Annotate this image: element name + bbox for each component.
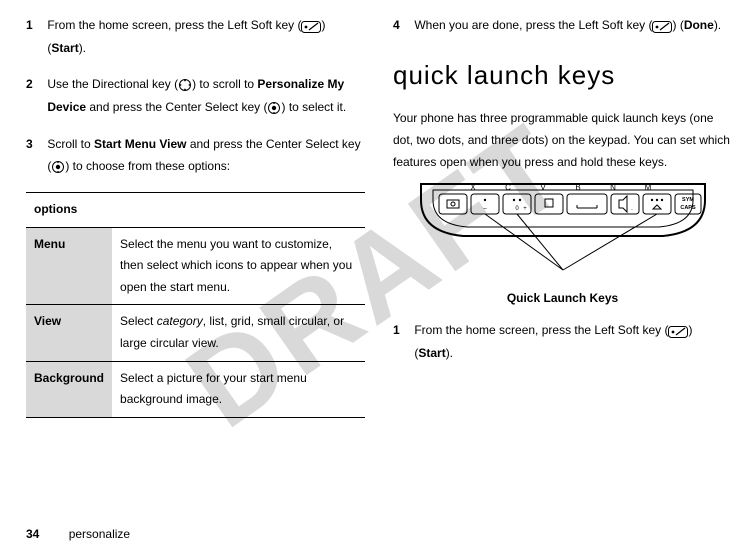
svg-text:.: . [631,206,633,212]
text: Use the Directional key ( [47,77,178,91]
page-number: 34 [26,527,39,541]
step-number: 1 [26,14,44,36]
start-label: Start [51,41,78,55]
svg-text:+: + [523,206,527,212]
text: Select [120,314,157,328]
step-number: 3 [26,133,44,155]
step-number: 4 [393,14,411,36]
option-desc: Select the menu you want to customize, t… [112,227,365,305]
step-body: When you are done, press the Left Soft k… [414,14,731,37]
text: ) ( [672,18,683,32]
table-row: Background Select a picture for your sta… [26,361,365,417]
step-number: 1 [393,319,411,341]
start-menu-view-label: Start Menu View [94,137,186,151]
quick-launch-keys-heading: quick launch keys [393,51,732,99]
step-4-right: 4 When you are done, press the Left Soft… [393,14,732,37]
keypad-illustration: X C V B N M – [393,182,732,285]
svg-text:V: V [540,183,546,192]
text: Scroll to [47,137,94,151]
option-label: View [26,305,112,361]
text: ). [446,346,453,360]
step-number: 2 [26,73,44,95]
step-2-left: 2 Use the Directional key ( ) to scroll t… [26,73,365,119]
quick-launch-intro: Your phone has three programmable quick … [393,107,732,174]
step-1-left: 1 From the home screen, press the Left S… [26,14,365,59]
text: From the home screen, press the Left Sof… [47,18,301,32]
step-3-left: 3 Scroll to Start Menu View and press th… [26,133,365,178]
text: ) to choose from these options: [65,159,230,173]
options-header: options [26,193,365,228]
svg-text:CAPS: CAPS [680,205,696,211]
option-label: Background [26,361,112,417]
left-soft-key-icon [301,15,321,37]
svg-text:B: B [575,183,580,192]
left-soft-key-icon [668,320,688,342]
text: ) to select it. [281,100,346,114]
option-label: Menu [26,227,112,305]
done-label: Done [684,18,714,32]
svg-text:X: X [470,183,476,192]
svg-text:M: M [644,183,651,192]
step-1-right: 1 From the home screen, press the Left S… [393,319,732,364]
table-row: View Select category, list, grid, small … [26,305,365,361]
center-select-key-icon [51,156,65,178]
option-desc: Select a picture for your start menu bac… [112,361,365,417]
svg-text:SYM: SYM [682,197,694,203]
text: and press the Center Select key ( [86,100,267,114]
center-select-key-icon [267,97,281,119]
step-body: Use the Directional key () to scroll to … [47,73,364,119]
step-body: From the home screen, press the Left Sof… [47,14,364,59]
text: ) to scroll to [192,77,257,91]
left-soft-key-icon [652,15,672,37]
table-row: Menu Select the menu you want to customi… [26,227,365,305]
text: From the home screen, press the Left Sof… [414,323,668,337]
svg-text:C: C [505,183,511,192]
options-table: options Menu Select the menu you want to… [26,192,365,418]
svg-text:–: – [483,206,487,212]
page-content: 1 From the home screen, press the Left S… [0,0,754,511]
text: ). [79,41,86,55]
category-italic: category [157,314,203,328]
svg-text:N: N [610,183,616,192]
directional-key-icon [178,74,192,96]
step-body: From the home screen, press the Left Sof… [414,319,731,364]
page-footer: 34 personalize [26,527,130,541]
text: ). [714,18,721,32]
right-column: 4 When you are done, press the Left Soft… [393,14,732,503]
step-body: Scroll to Start Menu View and press the … [47,133,364,178]
svg-text:0: 0 [515,206,519,212]
quick-launch-keys-caption: Quick Launch Keys [393,287,732,309]
text: When you are done, press the Left Soft k… [414,18,652,32]
option-desc: Select category, list, grid, small circu… [112,305,365,361]
section-name: personalize [69,527,130,541]
start-label: Start [418,346,445,360]
left-column: 1 From the home screen, press the Left S… [26,14,365,503]
